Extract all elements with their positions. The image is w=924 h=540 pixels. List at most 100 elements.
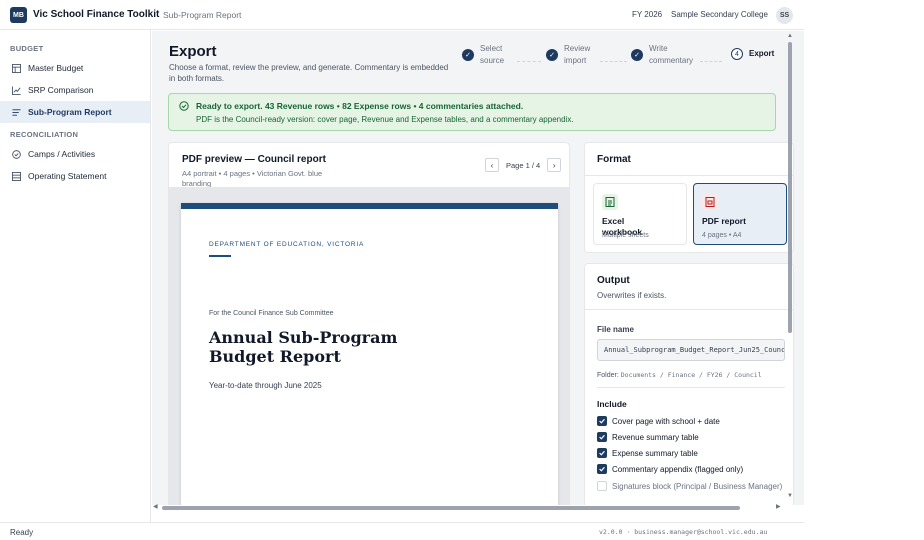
sidebar-item-camps-activities[interactable]: Camps / Activities <box>0 143 150 165</box>
step-label: Export <box>749 49 775 58</box>
check-icon: ✓ <box>631 49 643 61</box>
vertical-scroll-thumb[interactable] <box>788 42 792 333</box>
format-option-excel[interactable]: Excel workbook Multiple sheets <box>593 183 687 245</box>
step-label: Write commentary <box>649 44 694 65</box>
vertical-scrollbar[interactable]: ▲ ▼ <box>786 33 794 503</box>
checkbox-checked-icon[interactable] <box>597 416 607 426</box>
app-logo: MB <box>10 7 27 23</box>
output-card: Output Overwrites if exists. File name A… <box>584 263 794 505</box>
folder-path[interactable]: Documents / Finance / FY26 / Council <box>621 371 762 379</box>
include-signatures-checkbox[interactable]: Signatures block (Principal / Business M… <box>597 481 782 491</box>
document-title: Annual Sub-Program Budget Report <box>209 328 398 366</box>
preview-title: PDF preview — Council report <box>182 154 326 165</box>
title-rule <box>209 255 231 257</box>
sidebar-item-operating-statement[interactable]: Operating Statement <box>0 165 150 187</box>
banner-headline: Ready to export. 43 Revenue rows • 82 Ex… <box>196 101 524 111</box>
preview-page: DEPARTMENT OF EDUCATION, VICTORIA For th… <box>181 203 558 505</box>
step-connector <box>700 61 722 62</box>
include-revenue-table-checkbox[interactable]: Revenue summary table <box>597 432 699 442</box>
user-avatar[interactable]: SS <box>776 7 793 24</box>
next-page-button[interactable]: › <box>547 158 562 172</box>
step-connector <box>517 61 541 62</box>
scroll-down-icon[interactable]: ▼ <box>787 493 793 499</box>
format-option-desc: 4 pages • A4 <box>702 232 742 239</box>
include-cover-page-checkbox[interactable]: Cover page with school + date <box>597 416 720 426</box>
breadcrumb: Sub-Program Report <box>163 10 242 20</box>
sidebar-item-sub-program-report[interactable]: Sub-Program Report <box>0 101 150 123</box>
divider <box>597 387 785 388</box>
format-option-desc: Multiple sheets <box>602 232 649 239</box>
include-commentary-appendix-checkbox[interactable]: Commentary appendix (flagged only) <box>597 464 743 474</box>
sidebar-section-reconciliation: RECONCILIATION <box>10 130 79 139</box>
output-title: Output <box>597 275 630 286</box>
sidebar-item-label: Master Budget <box>28 63 84 73</box>
fiscal-year-label[interactable]: FY 2026 <box>632 10 662 19</box>
main-content: Export Choose a format, review the previ… <box>152 31 804 505</box>
sidebar-item-label: Sub-Program Report <box>28 107 112 117</box>
checkbox-label: Revenue summary table <box>612 432 699 442</box>
step-write-commentary[interactable]: ✓ Write commentary <box>631 43 701 67</box>
department-name: DEPARTMENT OF EDUCATION, VICTORIA <box>209 241 365 248</box>
checkbox-unchecked-icon[interactable] <box>597 481 607 491</box>
page-pager: ‹ Page 1 / 4 › <box>485 158 562 172</box>
desktop-background <box>804 0 924 540</box>
step-review-import[interactable]: ✓ Review import <box>546 43 600 67</box>
check-icon: ✓ <box>462 49 474 61</box>
folder-line: Folder: Documents / Finance / FY26 / Cou… <box>597 371 762 379</box>
step-select-source[interactable]: ✓ Select source <box>462 43 516 67</box>
page-title: Export <box>169 43 217 60</box>
sidebar-item-label: Operating Statement <box>28 171 107 181</box>
checkbox-label: Cover page with school + date <box>612 416 720 426</box>
checkbox-checked-icon[interactable] <box>597 448 607 458</box>
horizontal-scroll-thumb[interactable] <box>162 506 740 510</box>
format-option-pdf[interactable]: PDF report 4 pages • A4 <box>693 183 787 245</box>
audience-line: For the Council Finance Sub Committee <box>209 310 334 317</box>
scroll-up-icon[interactable]: ▲ <box>787 33 793 39</box>
brand-band <box>181 203 558 209</box>
check-circle-icon <box>11 149 21 159</box>
preview-canvas[interactable]: DEPARTMENT OF EDUCATION, VICTORIA For th… <box>169 187 569 505</box>
file-name-input[interactable]: Annual_Subprogram_Budget_Report_Jun25_Co… <box>597 339 785 361</box>
format-title: Format <box>597 154 631 165</box>
sidebar-item-master-budget[interactable]: Master Budget <box>0 57 150 79</box>
page-indicator: Page 1 / 4 <box>506 160 541 170</box>
checkbox-checked-icon[interactable] <box>597 464 607 474</box>
folder-label: Folder: <box>597 372 619 379</box>
include-label: Include <box>597 399 627 409</box>
sidebar-item-label: Camps / Activities <box>28 149 96 159</box>
banner-detail: PDF is the Council-ready version: cover … <box>196 115 574 124</box>
ready-banner: Ready to export. 43 Revenue rows • 82 Ex… <box>168 93 776 131</box>
check-circle-icon <box>179 101 189 111</box>
include-expense-table-checkbox[interactable]: Expense summary table <box>597 448 698 458</box>
file-name-label: File name <box>597 325 634 334</box>
step-label: Review import <box>564 44 591 65</box>
checkbox-label: Signatures block (Principal / Business M… <box>612 481 783 491</box>
prev-page-button[interactable]: ‹ <box>485 158 499 172</box>
scroll-left-icon[interactable]: ◀ <box>153 503 158 510</box>
report-period: Year-to-date through June 2025 <box>209 381 322 390</box>
chart-icon <box>11 85 21 95</box>
app-title: Vic School Finance Toolkit <box>33 9 160 20</box>
sidebar: BUDGET Master Budget SRP Comparison Sub-… <box>0 30 151 522</box>
pdf-preview-card: PDF preview — Council report A4 portrait… <box>168 142 570 505</box>
step-connector <box>600 61 627 62</box>
sidebar-item-srp-comparison[interactable]: SRP Comparison <box>0 79 150 101</box>
checkbox-checked-icon[interactable] <box>597 432 607 442</box>
divider <box>585 175 793 176</box>
horizontal-scrollbar[interactable]: ◀ ▶ <box>152 503 786 513</box>
version-info: v2.0.0 · business.manager@school.vic.edu… <box>599 528 768 536</box>
page-subtitle: Choose a format, review the preview, and… <box>169 63 449 83</box>
step-number: 4 <box>731 48 743 60</box>
divider <box>585 309 793 310</box>
sidebar-section-budget: BUDGET <box>10 44 44 53</box>
pdf-icon <box>702 194 718 210</box>
check-icon: ✓ <box>546 49 558 61</box>
step-export[interactable]: 4 Export <box>731 48 774 60</box>
output-description: Overwrites if exists. <box>597 291 667 300</box>
school-name[interactable]: Sample Secondary College <box>671 10 768 19</box>
list-icon <box>11 107 21 117</box>
format-option-name: PDF report <box>702 216 746 226</box>
scroll-right-icon[interactable]: ▶ <box>776 503 781 510</box>
sidebar-item-label: SRP Comparison <box>28 85 94 95</box>
checkbox-label: Commentary appendix (flagged only) <box>612 464 744 474</box>
